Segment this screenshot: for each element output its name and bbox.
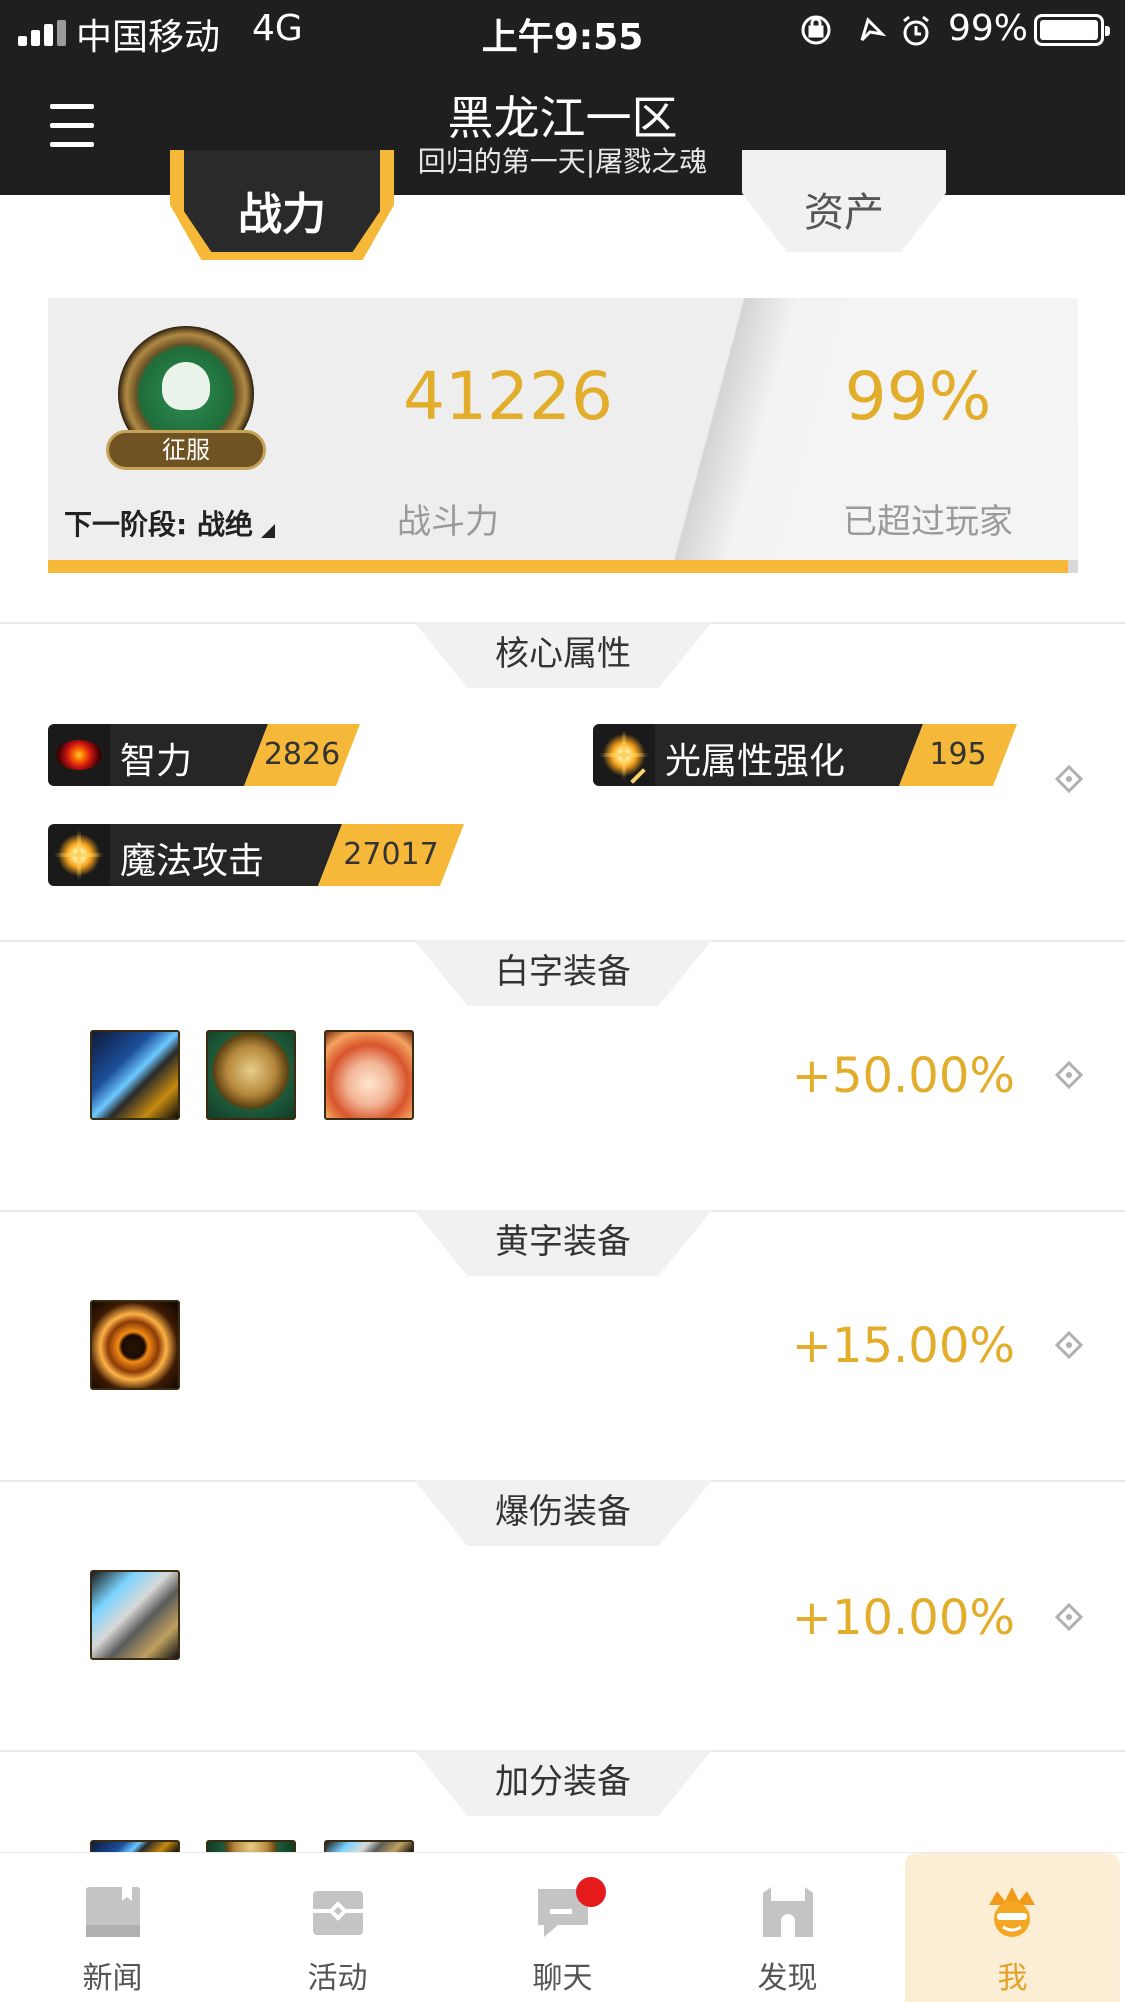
power-value: 41226 <box>403 358 613 435</box>
nav-news-label: 新闻 <box>82 1961 143 1996</box>
power-progress-bar <box>48 560 1078 573</box>
battery-percent: 99% <box>948 8 1029 49</box>
nav-discover-label: 发现 <box>757 1961 818 1996</box>
rank-label: 已超过玩家 <box>843 502 1013 542</box>
sword-icon[interactable] <box>90 1030 180 1120</box>
chevron-right-icon[interactable] <box>1054 1060 1084 1090</box>
character-subtitle: 回归的第一天|屠戮之魂 <box>417 145 708 178</box>
app-header: 中国移动 4G 上午9:55 99% 黑龙江一区 回归的第一天|屠戮之魂 <box>0 0 1125 195</box>
magic-spark-icon <box>48 824 110 886</box>
nav-chat[interactable]: 聊天 <box>450 1853 675 2002</box>
castle-icon <box>763 1887 813 1937</box>
lion-emblem-icon[interactable] <box>206 1030 296 1120</box>
news-icon <box>86 1887 140 1937</box>
yellow-equip-bonus: +15.00% <box>791 1318 1015 1374</box>
avatar-crown-icon <box>989 1887 1035 1937</box>
emblem-label: 征服 <box>106 430 266 470</box>
tab-power-label: 战力 <box>238 189 326 240</box>
nav-me[interactable]: 我 <box>905 1853 1120 2002</box>
attr-name: 魔法攻击 <box>120 841 265 882</box>
server-title: 黑龙江一区 <box>447 91 678 145</box>
next-stage[interactable]: 下一阶段: 战绝 <box>64 503 275 543</box>
fox-girl-icon[interactable] <box>324 1030 414 1120</box>
conquer-emblem-icon: 征服 <box>106 326 266 476</box>
armor-icon[interactable] <box>90 1570 180 1660</box>
nav-chat-label: 聊天 <box>532 1961 593 1996</box>
chevron-right-icon[interactable] <box>1054 1330 1084 1360</box>
attr-name: 光属性强化 <box>665 741 846 782</box>
nav-me-label: 我 <box>997 1961 1028 1996</box>
white-equip-bonus: +50.00% <box>791 1048 1015 1104</box>
next-stage-label: 下一阶段: 战绝 <box>64 508 253 541</box>
section-title-yellow-equip: 黄字装备 <box>414 1210 712 1276</box>
power-card: 征服 下一阶段: 战绝 41226 战斗力 99% 已超过玩家 <box>48 298 1078 573</box>
nav-activity-label: 活动 <box>307 1961 368 1996</box>
tab-power[interactable]: 战力 <box>170 150 394 260</box>
attr-value: 27017 <box>318 824 464 886</box>
rotation-lock-icon <box>801 15 831 45</box>
bottom-nav: 新闻 活动 聊天 发现 我 <box>0 1852 1125 2002</box>
tab-assets[interactable]: 资产 <box>742 150 946 252</box>
gift-box-icon <box>313 1891 363 1935</box>
attr-name: 智力 <box>120 741 193 782</box>
status-icons <box>796 12 946 52</box>
light-sword-icon <box>593 724 655 786</box>
crit-equip-bonus: +10.00% <box>791 1590 1015 1646</box>
location-icon <box>860 17 887 42</box>
rank-value: 99% <box>844 358 992 435</box>
nav-activity[interactable]: 活动 <box>225 1853 450 2002</box>
section-title-core: 核心属性 <box>414 622 712 688</box>
section-title-crit-equip: 爆伤装备 <box>414 1480 712 1546</box>
section-title-bonus-equip: 加分装备 <box>414 1750 712 1816</box>
chevron-right-icon[interactable] <box>1054 1602 1084 1632</box>
nav-news[interactable]: 新闻 <box>0 1853 225 2002</box>
alarm-icon <box>903 15 929 46</box>
status-bar: 中国移动 4G 上午9:55 99% <box>0 0 1125 62</box>
nav-discover[interactable]: 发现 <box>675 1853 900 2002</box>
tab-assets-label: 资产 <box>804 190 884 236</box>
chevron-right-icon[interactable] <box>1054 764 1084 794</box>
evil-eye-icon <box>48 724 110 786</box>
battery-icon <box>1034 14 1110 46</box>
section-title-white-equip: 白字装备 <box>414 940 712 1006</box>
fire-ring-icon[interactable] <box>90 1300 180 1390</box>
chat-badge <box>576 1877 606 1907</box>
dropdown-corner-icon <box>260 524 275 538</box>
power-label: 战斗力 <box>397 502 499 542</box>
